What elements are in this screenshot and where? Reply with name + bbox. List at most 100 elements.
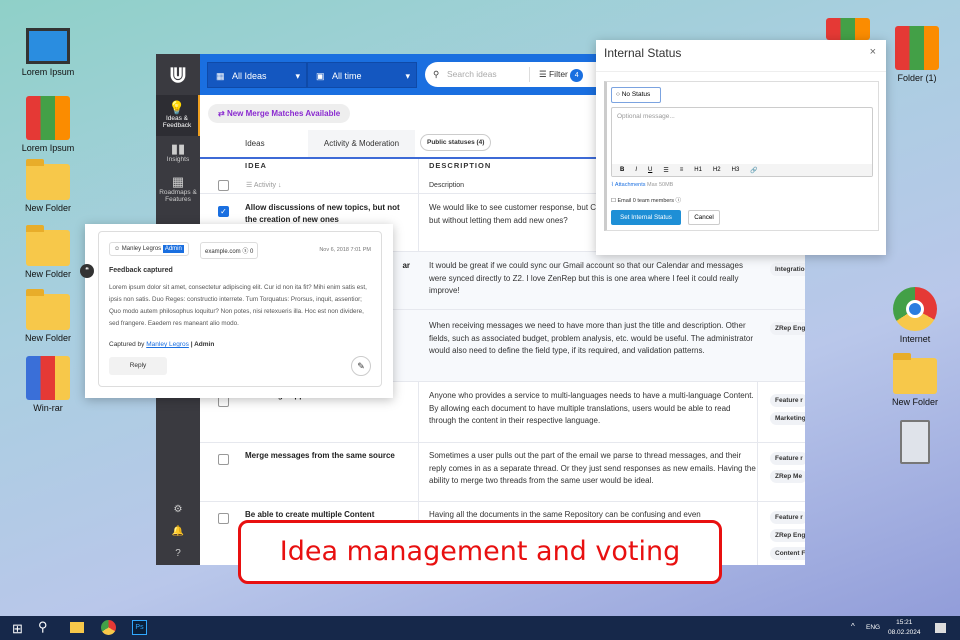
desktop-icon-binders[interactable]: Lorem Ipsum bbox=[13, 96, 83, 153]
quote-icon: ❝ bbox=[80, 264, 94, 278]
h3-button[interactable]: H3 bbox=[732, 167, 740, 173]
desktop-icon-folder[interactable]: New Folder bbox=[13, 289, 83, 343]
status-select[interactable]: ○ No Status bbox=[611, 87, 661, 103]
binder-icon bbox=[895, 26, 939, 70]
description-sub-header: Description bbox=[429, 182, 465, 189]
desktop-icon-recycle-bin[interactable] bbox=[880, 420, 950, 467]
merge-matches-button[interactable]: ⇄ New Merge Matches Available bbox=[208, 104, 351, 123]
calendar-icon: ▣ bbox=[316, 71, 325, 81]
tag: Marketing bbox=[770, 412, 805, 425]
caption-banner: Idea management and voting bbox=[238, 520, 722, 584]
domain-chip[interactable]: example.com ⓢ 0 bbox=[200, 242, 259, 259]
h1-button[interactable]: H1 bbox=[694, 167, 702, 173]
settings-icon[interactable]: ⚙ bbox=[156, 504, 200, 515]
user-link[interactable]: Manley Legros bbox=[146, 341, 189, 348]
reply-button[interactable]: Reply bbox=[109, 357, 167, 375]
sort-activity[interactable]: ☰ Activity ↓ bbox=[246, 181, 281, 189]
desktop-icon-folder-1[interactable]: Folder (1) bbox=[882, 26, 952, 83]
search-icon[interactable]: ⚲ bbox=[38, 619, 48, 635]
time-dropdown[interactable]: ▣ All time ▾ bbox=[307, 62, 417, 88]
role-badge: Admin bbox=[162, 245, 184, 253]
cancel-button[interactable]: Cancel bbox=[688, 210, 720, 225]
winrar-icon bbox=[26, 356, 70, 400]
folder-icon bbox=[26, 159, 70, 200]
row-checkbox[interactable] bbox=[218, 513, 229, 524]
row-checkbox-checked[interactable]: ✓ bbox=[218, 206, 229, 217]
filter-button[interactable]: ☰ Filter 4 bbox=[539, 62, 584, 87]
numbered-list-button[interactable]: ≡ bbox=[680, 167, 684, 173]
tag: Feature r bbox=[770, 511, 805, 524]
link-button[interactable]: 🔗 bbox=[750, 167, 757, 174]
tag: Content F bbox=[770, 547, 805, 560]
search-icon: ⚲ bbox=[433, 69, 440, 79]
desktop-icon-folder[interactable]: New Folder bbox=[13, 159, 83, 213]
clock[interactable]: 15:21 08.02.2024 bbox=[888, 618, 921, 638]
sidebar-item-ideas[interactable]: 💡 Ideas & Feedback bbox=[156, 95, 200, 136]
sidebar-item-insights[interactable]: ▮▮ Insights bbox=[156, 136, 200, 169]
dollar-icon: ⓢ bbox=[242, 249, 249, 255]
chrome-icon bbox=[893, 287, 937, 331]
close-icon[interactable]: × bbox=[870, 46, 876, 58]
tab-activity[interactable]: Activity & Moderation bbox=[308, 130, 415, 157]
tag: Feature r bbox=[770, 394, 805, 407]
desktop-icon-internet[interactable]: Internet bbox=[880, 287, 950, 344]
language-indicator[interactable]: ENG bbox=[866, 624, 880, 631]
chrome-icon[interactable] bbox=[101, 620, 116, 635]
email-checkbox[interactable]: ☐ Email 0 team members ⓘ bbox=[611, 196, 681, 204]
grid-icon: ▦ bbox=[171, 174, 185, 190]
feedback-card: ☺ Manley Legros Admin example.com ⓢ 0 No… bbox=[80, 224, 393, 398]
chart-icon: ▮▮ bbox=[170, 140, 186, 156]
tab-ideas[interactable]: Ideas bbox=[245, 130, 265, 157]
view-dropdown[interactable]: ▦ All Ideas ▾ bbox=[207, 62, 307, 88]
folder-icon bbox=[26, 289, 70, 330]
tag: ZRep Eng bbox=[770, 322, 805, 335]
user-chip[interactable]: ☺ Manley Legros Admin bbox=[109, 242, 189, 256]
desktop-icon-winrar[interactable]: Win-rar bbox=[13, 356, 83, 413]
desktop-icon-folder[interactable]: New Folder bbox=[880, 353, 950, 407]
column-header-description: DESCRIPTION bbox=[429, 161, 492, 170]
captured-by: Captured by Manley Legros | Admin bbox=[109, 341, 215, 348]
public-statuses-button[interactable]: Public statuses (4) bbox=[420, 134, 492, 151]
taskbar: ⊞ ⚲ Ps ^ ENG 15:21 08.02.2024 bbox=[0, 616, 960, 640]
avatar: ☺ bbox=[114, 246, 122, 252]
computer-icon bbox=[26, 28, 70, 64]
attachments-link[interactable]: ⌇ Attachments Max 50MB bbox=[611, 182, 673, 188]
filter-count-badge: 4 bbox=[570, 69, 584, 82]
format-toolbar: B I U ☰ ≡ H1 H2 H3 🔗 bbox=[612, 164, 872, 176]
sidebar-item-roadmaps[interactable]: ▦ Roadmaps & Features bbox=[156, 169, 200, 210]
select-all-checkbox[interactable] bbox=[218, 180, 229, 191]
dialog-title: Internal Status bbox=[604, 46, 682, 60]
edit-pencil-icon[interactable]: ✎ bbox=[351, 356, 371, 376]
h2-button[interactable]: H2 bbox=[713, 167, 721, 173]
chevron-down-icon: ▾ bbox=[295, 71, 300, 81]
italic-button[interactable]: I bbox=[635, 167, 637, 173]
tag: ZRep Me bbox=[770, 470, 805, 483]
card-body: Lorem ipsum dolor sit amet, consectetur … bbox=[109, 284, 367, 327]
bullet-list-button[interactable]: ☰ bbox=[663, 167, 668, 174]
file-explorer-icon[interactable] bbox=[70, 622, 84, 633]
table-row[interactable]: Merge messages from the same source Somet… bbox=[200, 443, 805, 502]
folder-icon bbox=[893, 353, 937, 394]
underline-button[interactable]: U bbox=[648, 167, 652, 173]
logo-icon: ⋓ bbox=[168, 62, 188, 87]
row-checkbox[interactable] bbox=[218, 454, 229, 465]
desktop-icon-folder[interactable]: New Folder bbox=[13, 225, 83, 279]
column-header-idea: IDEA bbox=[245, 161, 267, 170]
set-status-button[interactable]: Set Internal Status bbox=[611, 210, 681, 225]
chevron-up-icon[interactable]: ^ bbox=[851, 622, 855, 631]
chevron-down-icon: ▾ bbox=[405, 71, 410, 81]
desktop-icon-computer[interactable]: Lorem Ipsum bbox=[13, 28, 83, 77]
help-icon[interactable]: ? bbox=[156, 548, 200, 559]
photoshop-icon[interactable]: Ps bbox=[132, 620, 147, 635]
folder-icon bbox=[26, 225, 70, 266]
tag: ZRep Eng bbox=[770, 529, 805, 542]
notification-icon[interactable] bbox=[935, 623, 946, 633]
message-textarea[interactable]: Optional message... B I U ☰ ≡ H1 H2 H3 🔗 bbox=[611, 107, 873, 177]
bell-icon[interactable]: 🔔 bbox=[156, 526, 200, 537]
windows-start-icon[interactable]: ⊞ bbox=[12, 621, 23, 637]
bold-button[interactable]: B bbox=[620, 167, 624, 173]
trash-icon bbox=[900, 420, 930, 464]
binder-icon bbox=[26, 96, 70, 140]
card-heading: Feedback captured bbox=[109, 267, 173, 274]
timestamp: Nov 6, 2018 7:01 PM bbox=[319, 247, 371, 253]
